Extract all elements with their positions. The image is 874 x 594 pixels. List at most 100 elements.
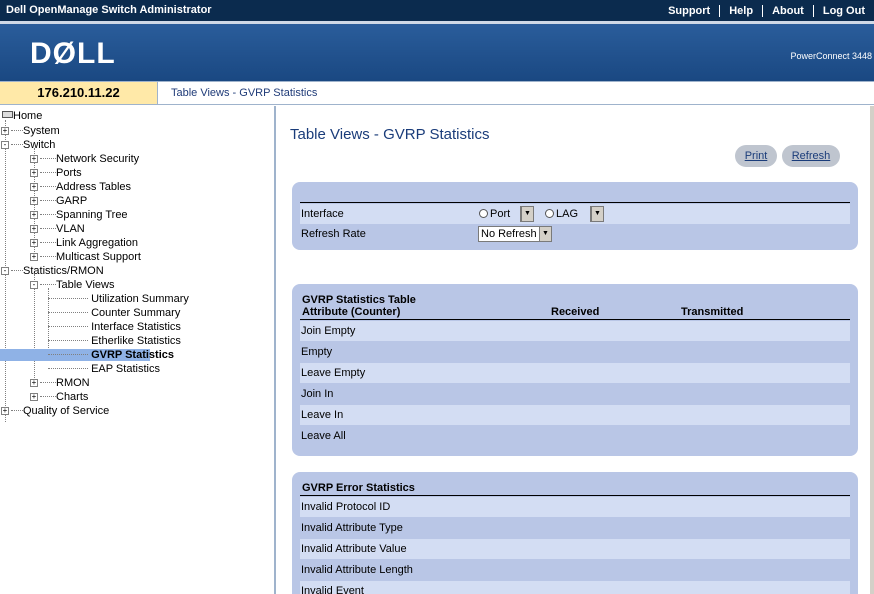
table-row: Join Empty — [300, 321, 850, 341]
tree-connector — [40, 256, 56, 257]
dell-logo: DØLL — [30, 37, 116, 70]
interface-row: Interface Port ▼ LAG ▼ — [300, 204, 850, 224]
refresh-rate-select[interactable]: No Refresh ▼ — [478, 226, 552, 242]
collapse-icon[interactable]: - — [30, 281, 38, 289]
expand-icon[interactable]: + — [30, 253, 38, 261]
top-links: Support Help About Log Out — [659, 0, 874, 21]
table-row: Leave Empty — [300, 363, 850, 383]
expand-icon[interactable]: + — [30, 183, 38, 191]
tree-connector — [11, 130, 23, 131]
logout-link[interactable]: Log Out — [812, 4, 874, 17]
tree-item-counter-summary[interactable]: Counter Summary — [48, 307, 180, 319]
table-row: Empty — [301, 346, 333, 358]
tree-item-system[interactable]: + System — [1, 125, 60, 137]
tree-item-statistics-rmon[interactable]: - Statistics/RMON — [1, 265, 104, 277]
tree-item-address-tables[interactable]: + Address Tables — [30, 181, 131, 193]
expand-icon[interactable]: + — [30, 155, 38, 163]
tree-connector — [40, 396, 56, 397]
collapse-icon[interactable]: - — [1, 141, 9, 149]
expand-icon[interactable]: + — [30, 197, 38, 205]
port-radio[interactable]: Port — [479, 204, 510, 224]
tree-item-link-aggregation[interactable]: + Link Aggregation — [30, 237, 138, 249]
tree-item-charts[interactable]: + Charts — [30, 391, 88, 403]
app-window: Dell OpenManage Switch Administrator Sup… — [0, 0, 874, 594]
tree-item-network-security[interactable]: + Network Security — [30, 153, 139, 165]
lag-select[interactable]: ▼ — [590, 206, 604, 222]
expand-icon[interactable]: + — [30, 393, 38, 401]
expand-icon[interactable]: + — [30, 169, 38, 177]
dropdown-arrow-icon: ▼ — [521, 207, 533, 221]
column-header-attribute: Attribute (Counter) — [302, 306, 401, 318]
tree-item-gvrp-statistics[interactable]: GVRP Statistics — [0, 349, 174, 361]
tree-item-rmon[interactable]: + RMON — [30, 377, 90, 389]
tree-item-ports[interactable]: + Ports — [30, 167, 82, 179]
tree-item-home[interactable]: Home — [2, 110, 42, 122]
tree-item-vlan[interactable]: + VLAN — [30, 223, 85, 235]
expand-icon[interactable]: + — [30, 225, 38, 233]
top-menu-bar: Dell OpenManage Switch Administrator Sup… — [0, 0, 874, 21]
table-row: Invalid Attribute Value — [300, 539, 850, 559]
folder-icon — [2, 111, 13, 118]
tree-connector — [48, 298, 88, 299]
expand-icon[interactable]: + — [30, 239, 38, 247]
main-content: Table Views - GVRP Statistics Print Refr… — [278, 106, 874, 594]
dropdown-arrow-icon: ▼ — [591, 207, 603, 221]
about-link[interactable]: About — [762, 4, 813, 17]
tree-connector — [40, 242, 56, 243]
radio-icon — [479, 209, 488, 218]
expand-icon[interactable]: + — [1, 127, 9, 135]
tree-item-spanning-tree[interactable]: + Spanning Tree — [30, 209, 128, 221]
table-row: Invalid Event — [300, 581, 850, 594]
table-row: Join In — [301, 388, 334, 400]
vertical-scrollbar[interactable] — [870, 106, 874, 594]
expand-icon[interactable]: + — [30, 211, 38, 219]
tree-item-table-views[interactable]: - Table Views — [30, 279, 115, 291]
model-name: PowerConnect 3448 — [790, 51, 872, 61]
lag-radio[interactable]: LAG — [545, 204, 578, 224]
refresh-button[interactable]: Refresh — [782, 145, 840, 167]
tree-connector — [11, 144, 23, 145]
gvrp-error-panel: GVRP Error Statistics Invalid Protocol I… — [292, 472, 858, 594]
tree-item-interface-statistics[interactable]: Interface Statistics — [48, 321, 181, 333]
table-row: Leave All — [301, 430, 346, 442]
error-table-title: GVRP Error Statistics — [302, 482, 415, 494]
table-row: Invalid Protocol ID — [300, 497, 850, 517]
tree-connector — [48, 368, 88, 369]
tree-item-multicast-support[interactable]: + Multicast Support — [30, 251, 141, 263]
refresh-rate-label: Refresh Rate — [301, 228, 366, 240]
table-row: Invalid Attribute Length — [301, 564, 413, 576]
dropdown-arrow-icon: ▼ — [539, 227, 551, 241]
tree-item-utilization-summary[interactable]: Utilization Summary — [48, 293, 189, 305]
breadcrumb: Table Views - GVRP Statistics — [171, 87, 318, 99]
ip-address: 176.210.11.22 — [0, 82, 158, 104]
divider — [300, 202, 850, 203]
radio-icon — [545, 209, 554, 218]
expand-icon[interactable]: + — [30, 379, 38, 387]
tree-item-etherlike-statistics[interactable]: Etherlike Statistics — [48, 335, 181, 347]
column-header-transmitted: Transmitted — [681, 306, 744, 318]
support-link[interactable]: Support — [659, 5, 719, 17]
help-link[interactable]: Help — [719, 4, 762, 17]
expand-icon[interactable]: + — [1, 407, 9, 415]
tree-connector — [40, 214, 56, 215]
settings-panel: Interface Port ▼ LAG ▼ Refresh Rate No R… — [292, 182, 858, 250]
tree-item-garp[interactable]: + GARP — [30, 195, 87, 207]
collapse-icon[interactable]: - — [1, 267, 9, 275]
tree-item-quality-of-service[interactable]: + Quality of Service — [1, 405, 109, 417]
tree-connector — [40, 158, 56, 159]
port-select[interactable]: ▼ — [520, 206, 534, 222]
app-title: Dell OpenManage Switch Administrator — [6, 4, 212, 16]
divider — [300, 495, 850, 496]
tree-item-eap-statistics[interactable]: EAP Statistics — [48, 363, 160, 375]
gvrp-table-title: GVRP Statistics Table — [302, 294, 416, 306]
tree-connector — [40, 200, 56, 201]
gvrp-statistics-panel: GVRP Statistics Table Attribute (Counter… — [292, 284, 858, 456]
ip-bar: 176.210.11.22 Table Views - GVRP Statist… — [0, 81, 874, 105]
tree-connector — [40, 172, 56, 173]
tree-connector — [48, 326, 88, 327]
tree-item-switch[interactable]: - Switch — [1, 139, 55, 151]
column-header-received: Received — [551, 306, 600, 318]
print-button[interactable]: Print — [735, 145, 777, 167]
tree-connector — [11, 270, 23, 271]
tree-connector — [11, 410, 23, 411]
